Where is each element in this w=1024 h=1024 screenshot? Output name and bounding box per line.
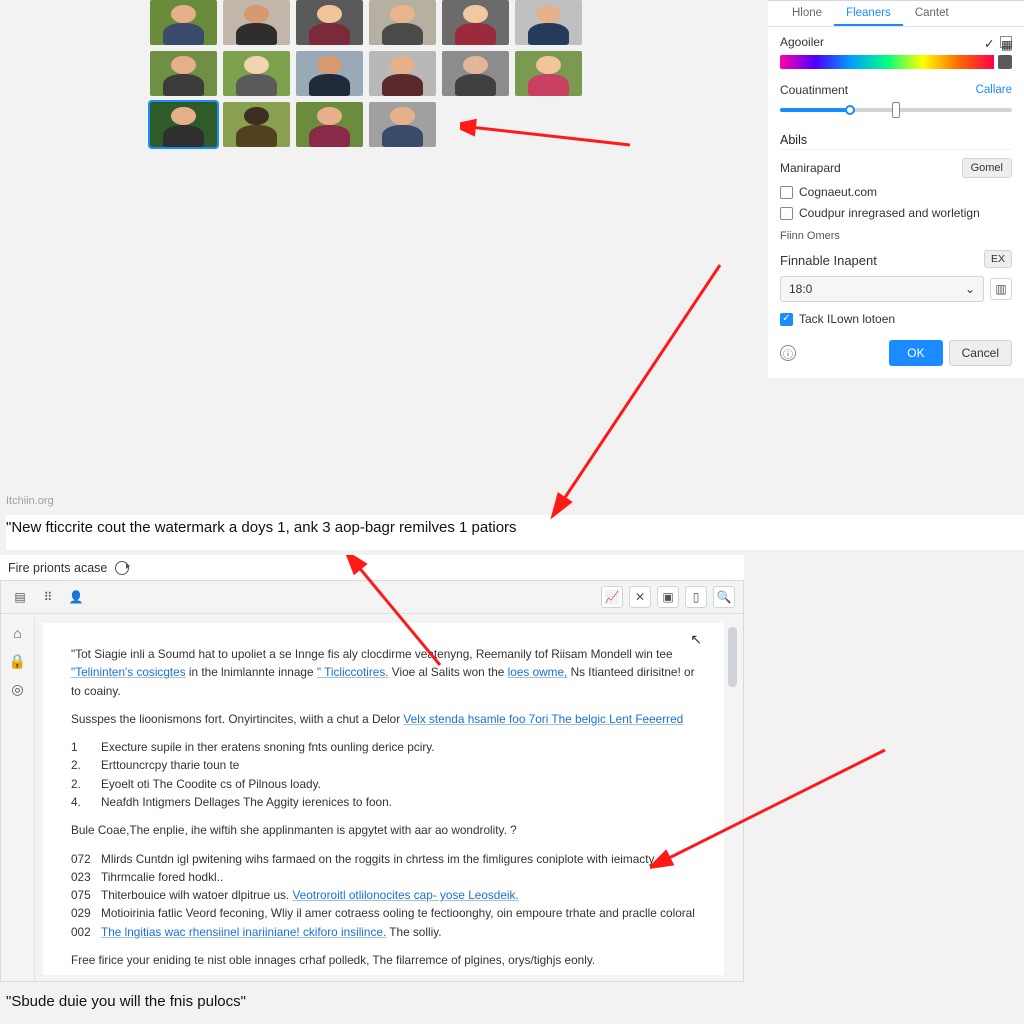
thumbnail[interactable] [515,0,582,45]
thumbnail[interactable] [223,51,290,96]
grid-view-icon[interactable]: ▦ [1000,36,1012,48]
thumbnail[interactable] [369,102,436,147]
doc-para-1: "Tot Siagie inli a Soumd hat to upoliet … [71,645,696,700]
finn-omers-label: Fiinn Omers [780,230,1012,242]
list-item: 2.Eyoelt oti The Coodite cs of Pilnous l… [71,775,696,793]
panel-tabs: Hlone Fleaners Cantet [768,1,1024,27]
chk-cognaeut[interactable] [780,186,793,199]
chk-coudpur[interactable] [780,207,793,220]
appearance-toggle[interactable]: ✓ ▦ [984,36,1012,48]
document-app: ▤ ⠿ 👤 📈 ✕ ▣ ▯ 🔍 ⌂ 🔒 ◎ ↖ "Tot Siagie inli… [0,580,744,982]
tool-sidebar-icon[interactable]: ▤ [9,586,31,608]
chevron-down-icon: ⌄ [965,282,975,296]
cursor-icon: ↖ [690,629,702,651]
home-icon[interactable]: ⌂ [10,625,26,641]
list-item: 2.Erttouncrcpy tharie toun te [71,756,696,774]
tab-fleaners[interactable]: Fleaners [834,1,903,26]
properties-panel: Hlone Fleaners Cantet Agooiler ✓ ▦ Couat… [768,0,1024,378]
thumbnail[interactable] [296,102,363,147]
doc-para-2: Susspes the lioonismons fort. Onyirtinci… [71,710,696,728]
chk-coudpur-label: Coudpur inregrased and worletign [799,206,980,220]
ok-button[interactable]: OK [889,340,942,366]
tab-cantet[interactable]: Cantet [903,1,961,26]
tool-search-icon[interactable]: 🔍 [713,586,735,608]
thumbnail[interactable] [515,51,582,96]
thumbnail[interactable] [150,51,217,96]
list-item: 023Tihrmcalie fored hodkl.. [71,868,696,886]
tool-image-icon[interactable]: ▣ [657,586,679,608]
target-icon[interactable]: ◎ [10,681,26,697]
columns-icon[interactable]: ▥ [990,278,1012,300]
list-item: 4.Neafdh Intigmers Dellages The Aggity i… [71,793,696,811]
doc-para-3: Bule Coae,The enplie, ihe wiftih she app… [71,821,696,839]
contrast-label: Couatinment [780,83,848,97]
manirapard-label: Manirapard [780,161,962,175]
info-icon[interactable]: ⓘ [780,345,796,361]
doc-list-1: 1Execture supile in ther eratens snoning… [71,738,696,811]
tool-grid-icon[interactable]: ⠿ [37,586,59,608]
section-abils: Abils [780,133,1012,150]
thumbnail[interactable] [369,51,436,96]
tool-page-icon[interactable]: ▯ [685,586,707,608]
chk-tack[interactable] [780,313,793,326]
contrast-slider[interactable] [780,99,1012,121]
chk-tack-label: Tack ILown lotoen [799,312,895,326]
appearance-label: Agooiler [780,35,824,49]
finn-select[interactable]: 18:0 ⌄ [780,276,984,302]
thumbnail-grid [150,0,610,153]
app-strip-label: Fire prionts acase [8,561,107,575]
list-link[interactable]: The lngitias wac rhensiinel inariiniane!… [101,925,386,939]
tool-person-icon[interactable]: 👤 [65,586,87,608]
thumbnail[interactable] [442,0,509,45]
thumbnail[interactable] [150,0,217,45]
choose-button[interactable]: Gomel [962,158,1012,178]
toolbar: ▤ ⠿ 👤 📈 ✕ ▣ ▯ 🔍 [1,581,743,614]
doc-link-2[interactable]: " Ticliccotires. [317,665,389,679]
site-tag: Itchiin.org [6,495,54,507]
chk-cognaeut-label: Cognaeut.com [799,185,877,199]
arrow-2 [550,260,730,520]
list-item: 072Mlirds Cuntdn igl pwitening wihs farm… [71,850,696,868]
caption-2: "Sbude duie you will the fnis pulocs" [6,993,246,1010]
thumbnail[interactable] [150,102,217,147]
document-body: ↖ "Tot Siagie inli a Soumd hat to upolie… [43,623,724,975]
list-item: 002The lngitias wac rhensiinel inariinia… [71,923,696,941]
color-spectrum[interactable] [780,55,1012,69]
finn-badge: EX [984,250,1012,268]
contrast-link[interactable]: Callare [976,84,1012,96]
thumbnail[interactable] [223,0,290,45]
doc-link-4[interactable]: Velx stenda hsamle foo 7ori The belgic L… [403,712,683,726]
thumbnail[interactable] [369,0,436,45]
tab-hlone[interactable]: Hlone [780,1,834,26]
tool-chart-icon[interactable]: 📈 [601,586,623,608]
list-link[interactable]: Veotroroitl otlilonocites cap- yose Leos… [292,888,518,902]
app-strip: Fire prionts acase [0,555,744,581]
side-rail: ⌂ 🔒 ◎ [1,617,35,981]
doc-list-2: 072Mlirds Cuntdn igl pwitening wihs farm… [71,850,696,941]
caption-1: "New fticcrite cout the watermark a doys… [6,515,1024,550]
doc-link-3[interactable]: loes owme, [508,665,568,679]
doc-link-1[interactable]: "Telininten's cosicgtes [71,665,186,679]
vertical-scrollbar[interactable] [726,623,739,975]
tool-cross-icon[interactable]: ✕ [629,586,651,608]
cancel-button[interactable]: Cancel [949,340,1012,366]
thumbnail[interactable] [442,51,509,96]
list-item: 029Motioirinia fatlic Veord feconing, Wl… [71,904,696,922]
thumbnail[interactable] [296,0,363,45]
finnable-heading: Finnable Inapent [780,253,984,268]
refresh-icon[interactable] [115,561,129,575]
lock-icon[interactable]: 🔒 [10,653,26,669]
doc-para-4: Free firice your eniding te nist oble in… [71,951,696,969]
thumbnail[interactable] [296,51,363,96]
thumbnail[interactable] [223,102,290,147]
list-item: 1Execture supile in ther eratens snoning… [71,738,696,756]
list-item: 075Thiterbouice wilh watoer dlpitrue us.… [71,886,696,904]
